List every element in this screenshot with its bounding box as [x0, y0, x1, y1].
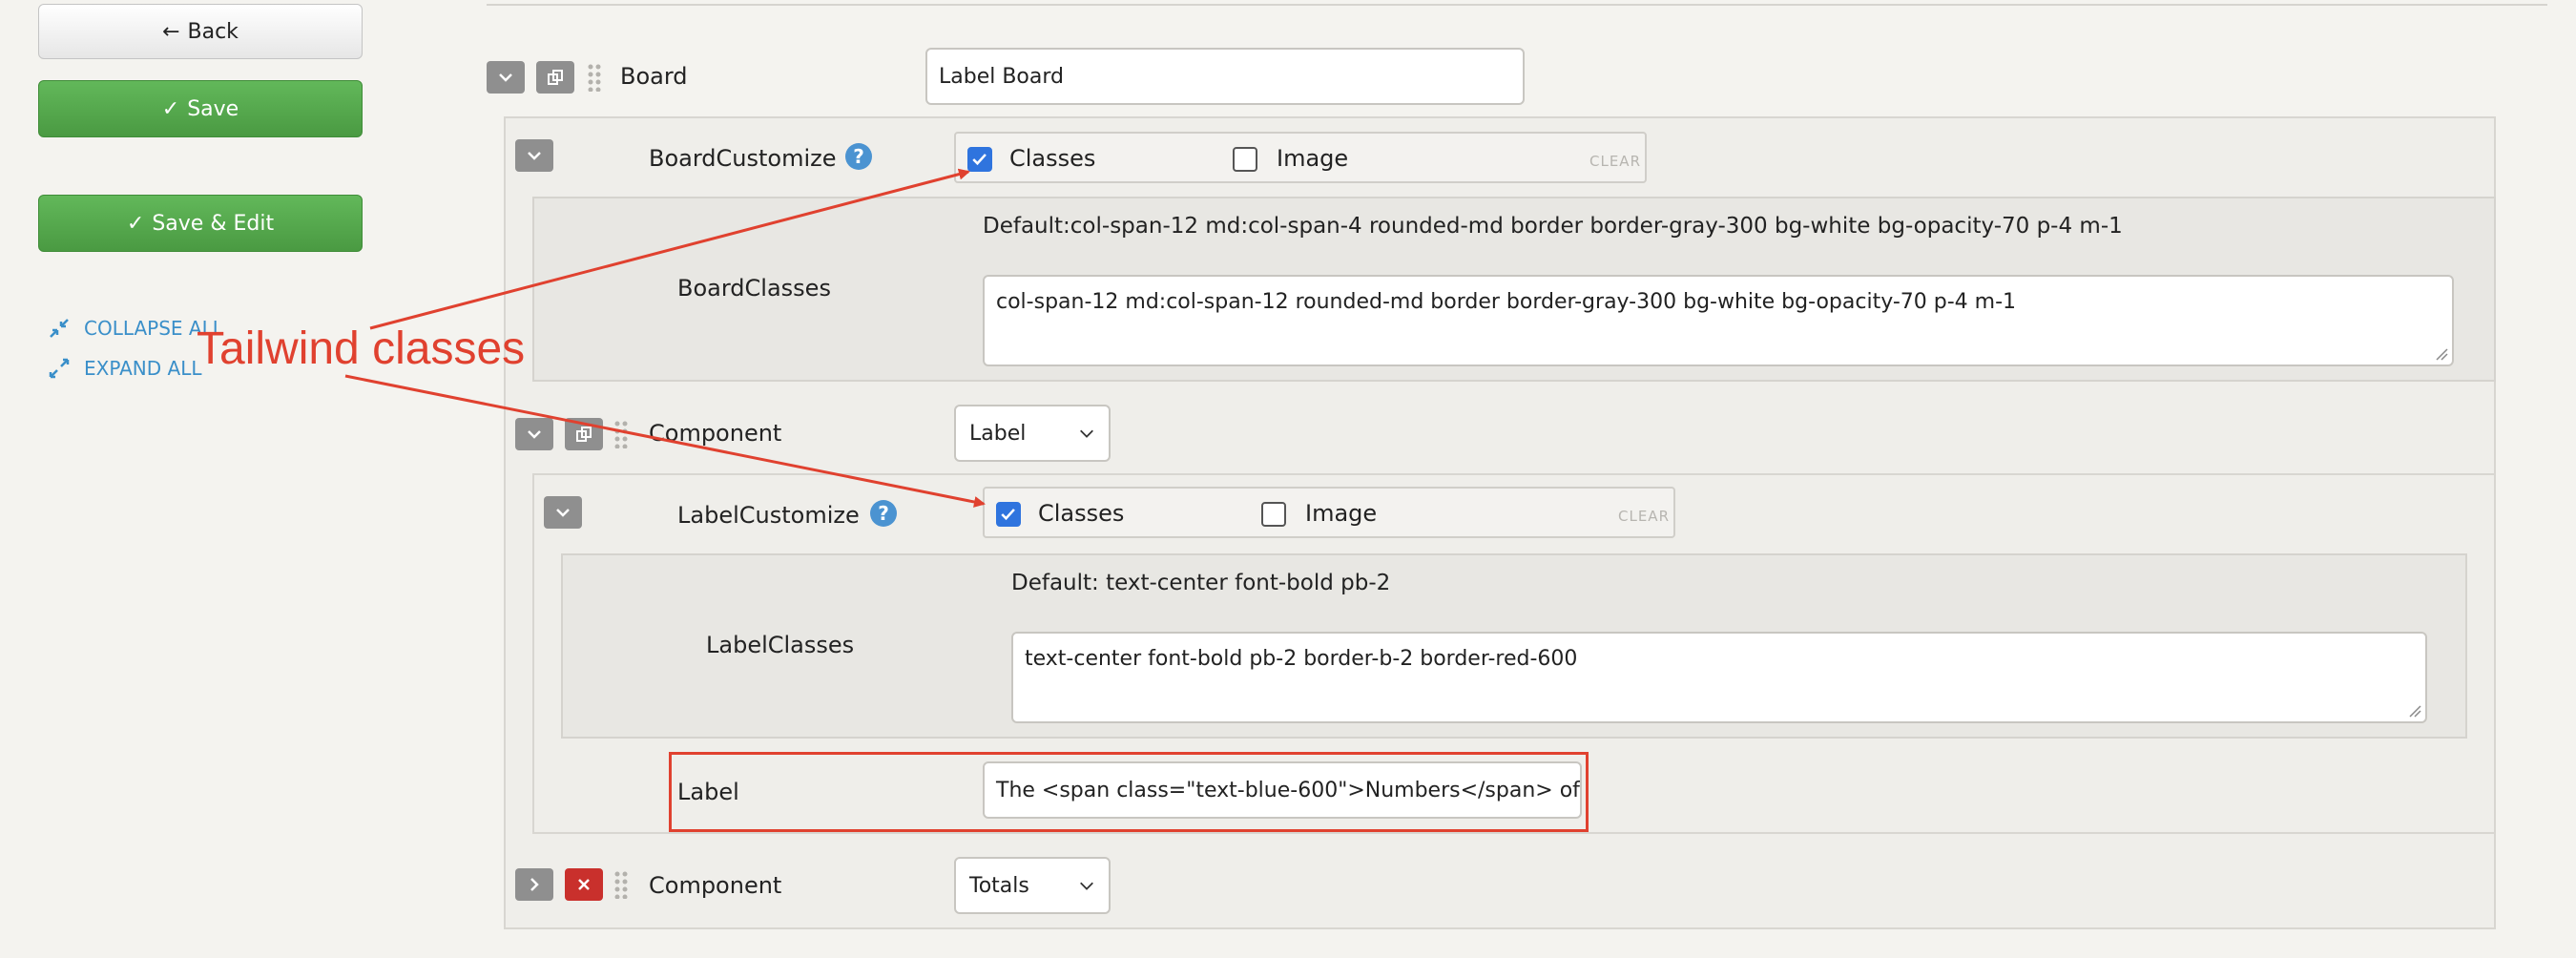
label-classes-checkbox[interactable]	[996, 502, 1021, 527]
chevron-down-icon	[1080, 882, 1093, 890]
save-edit-label: Save & Edit	[152, 211, 275, 236]
drag-handle-icon[interactable]	[614, 870, 628, 899]
check-icon	[972, 154, 987, 166]
board-name-input[interactable]: Label Board	[925, 48, 1525, 105]
resize-handle-icon[interactable]	[2435, 347, 2448, 361]
component-expand-button[interactable]	[515, 868, 553, 901]
board-classes-value: col-span-12 md:col-span-12 rounded-md bo…	[996, 290, 2017, 314]
board-image-checkbox[interactable]	[1233, 147, 1257, 172]
component-delete-button[interactable]	[565, 868, 603, 901]
label-classes-textarea[interactable]: text-center font-bold pb-2 border-b-2 bo…	[1011, 632, 2427, 723]
label-customize-collapse-button[interactable]	[544, 496, 582, 529]
board-classes-textarea[interactable]: col-span-12 md:col-span-12 rounded-md bo…	[983, 275, 2454, 366]
check-icon: ✓	[161, 96, 180, 121]
resize-handle-icon[interactable]	[2408, 704, 2421, 718]
board-classes-option-label: Classes	[1009, 145, 1096, 172]
close-icon	[578, 879, 590, 890]
board-customize-options: Classes Image CLEAR	[954, 132, 1647, 183]
board-label: Board	[620, 63, 688, 90]
save-edit-button[interactable]: ✓ Save & Edit	[38, 195, 363, 252]
label-classes-default: Default: text-center font-bold pb-2	[1011, 571, 1391, 595]
label-customize-label: LabelCustomize	[677, 502, 860, 529]
copy-icon	[576, 427, 592, 442]
check-icon	[1001, 509, 1015, 521]
label-classes-option-label: Classes	[1038, 500, 1125, 527]
chevron-right-icon	[530, 878, 539, 891]
board-customize-label: BoardCustomize	[649, 145, 837, 172]
chevron-down-icon	[528, 152, 541, 160]
board-collapse-button[interactable]	[487, 61, 525, 94]
component-copy-button[interactable]	[565, 418, 603, 450]
expand-all-label: EXPAND ALL	[84, 357, 202, 380]
copy-icon	[548, 70, 563, 85]
back-button[interactable]: ← Back	[38, 4, 363, 59]
component-type-value: Totals	[969, 873, 1029, 898]
component-type-select[interactable]: Label	[954, 405, 1111, 462]
chevron-down-icon	[528, 430, 541, 439]
board-clear-button[interactable]: CLEAR	[1589, 153, 1641, 170]
annotation-text: Tailwind classes	[197, 323, 526, 374]
help-icon[interactable]: ?	[870, 500, 897, 527]
arrow-left-icon: ←	[162, 19, 180, 44]
highlight-box	[669, 752, 1589, 832]
component-label: Component	[649, 872, 782, 899]
chevron-down-icon	[1080, 429, 1093, 438]
board-copy-button[interactable]	[536, 61, 574, 94]
help-icon[interactable]: ?	[845, 143, 872, 170]
label-customize-options: Classes Image CLEAR	[983, 487, 1675, 538]
drag-handle-icon[interactable]	[614, 420, 628, 448]
label-image-option-label: Image	[1305, 500, 1378, 527]
label-classes-label: LabelClasses	[706, 632, 855, 658]
board-classes-checkbox[interactable]	[967, 147, 992, 172]
component-label: Component	[649, 420, 782, 447]
component-type-value: Label	[969, 421, 1027, 446]
check-icon: ✓	[126, 211, 145, 236]
label-image-checkbox[interactable]	[1261, 502, 1286, 527]
chevron-down-icon	[499, 73, 512, 82]
board-image-option-label: Image	[1277, 145, 1349, 172]
save-label: Save	[187, 96, 239, 121]
board-classes-label: BoardClasses	[677, 275, 831, 302]
expand-all-link[interactable]: EXPAND ALL	[48, 357, 202, 380]
label-clear-button[interactable]: CLEAR	[1618, 508, 1670, 525]
label-classes-value: text-center font-bold pb-2 border-b-2 bo…	[1025, 647, 1578, 671]
component-collapse-button[interactable]	[515, 418, 553, 450]
board-customize-collapse-button[interactable]	[515, 139, 553, 172]
save-button[interactable]: ✓ Save	[38, 80, 363, 137]
board-classes-default: Default:col-span-12 md:col-span-4 rounde…	[983, 214, 2123, 239]
back-label: Back	[187, 19, 239, 44]
collapse-icon	[50, 319, 69, 338]
expand-icon	[49, 358, 70, 379]
chevron-down-icon	[556, 509, 570, 517]
drag-handle-icon[interactable]	[588, 63, 601, 92]
component-type-select[interactable]: Totals	[954, 857, 1111, 914]
top-divider	[487, 4, 2547, 6]
